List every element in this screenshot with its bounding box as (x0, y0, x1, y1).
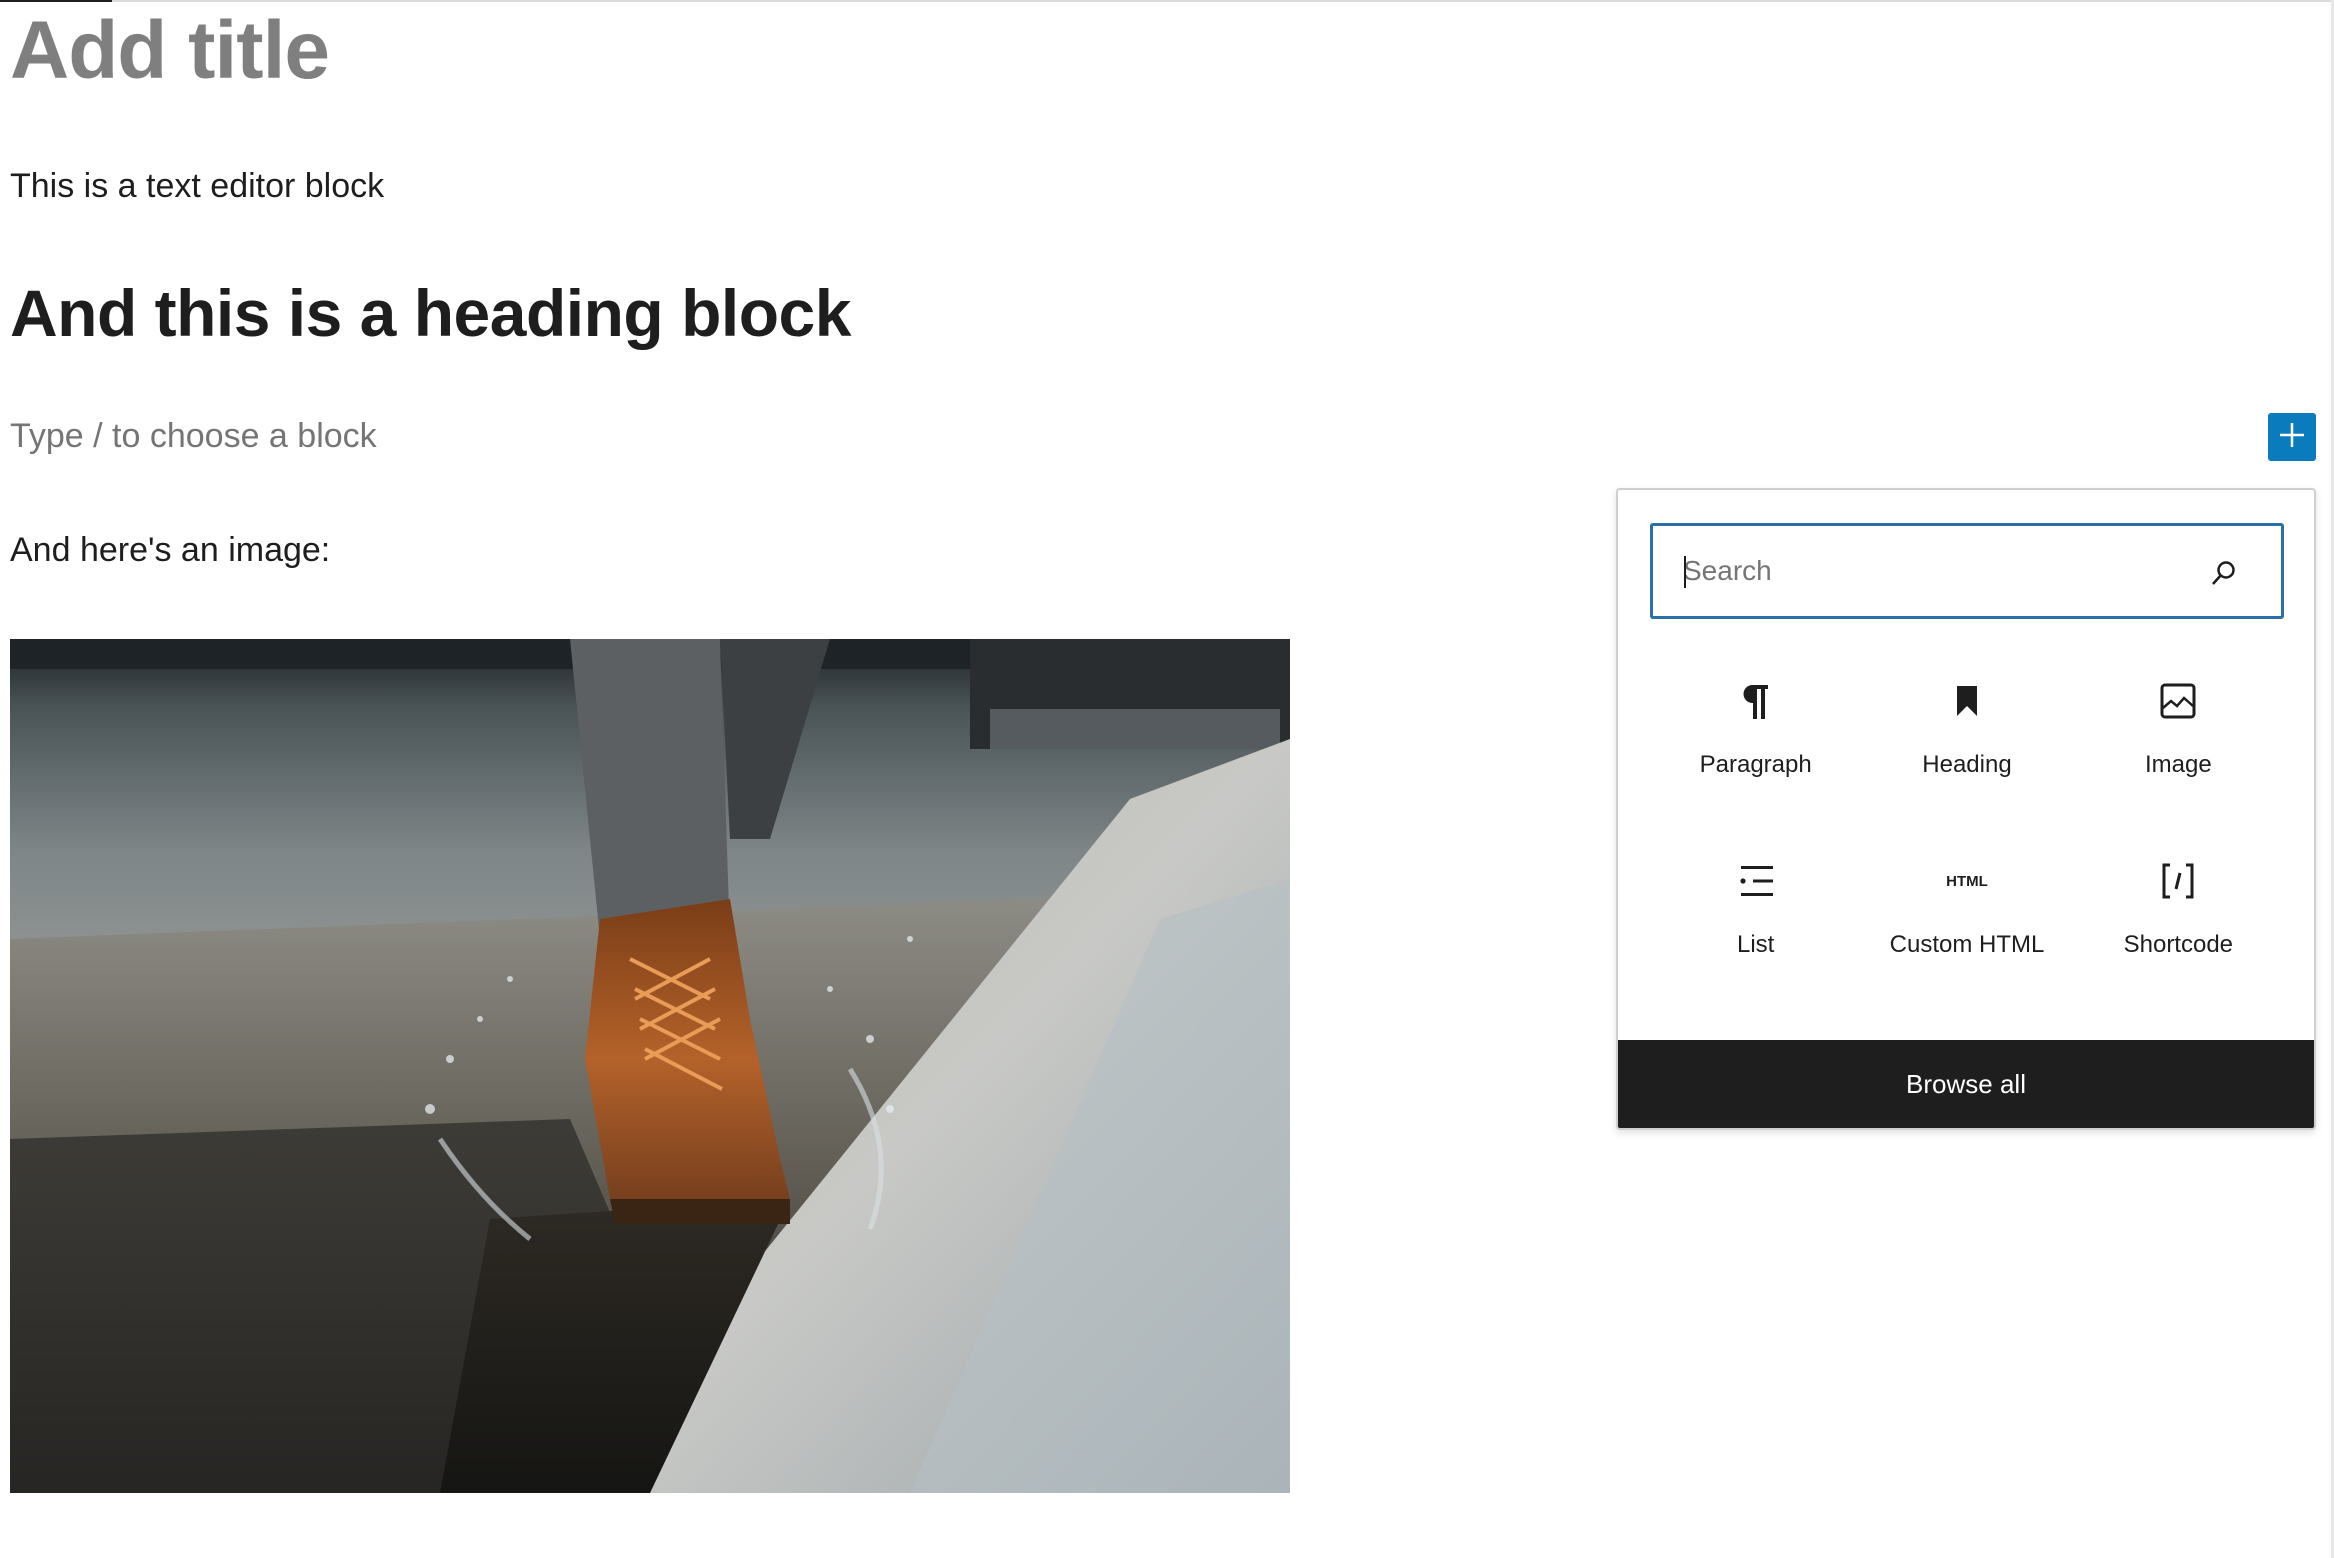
boot-photo (10, 639, 1290, 1493)
block-item-paragraph[interactable]: Paragraph (1650, 665, 1861, 845)
block-item-list[interactable]: List (1650, 845, 1861, 1025)
shortcode-icon (2154, 857, 2202, 905)
search-icon[interactable] (2209, 558, 2239, 588)
block-item-custom-html[interactable]: HTML Custom HTML (1861, 845, 2072, 1025)
block-search-field[interactable] (1650, 523, 2284, 619)
bookmark-icon (1943, 677, 1991, 725)
block-label: List (1736, 931, 1775, 958)
block-label: Shortcode (2123, 931, 2234, 958)
paragraph-block[interactable]: And here's an image: (10, 530, 330, 571)
top-progress-fill (0, 0, 113, 2)
block-item-image[interactable]: Image (2073, 665, 2284, 845)
block-inserter-popover: Paragraph Heading Image (1616, 488, 2316, 1130)
plus-icon (2277, 420, 2307, 455)
block-item-shortcode[interactable]: Shortcode (2073, 845, 2284, 1025)
block-label: Paragraph (1699, 751, 1812, 778)
block-search-input[interactable] (1683, 555, 2203, 587)
empty-block-placeholder[interactable]: Type / to choose a block (10, 416, 377, 457)
browse-all-button[interactable]: Browse all (1618, 1040, 2314, 1128)
block-inserter-toggle[interactable] (2268, 413, 2316, 461)
html-icon: HTML (1946, 857, 1988, 905)
top-progress-bar (0, 0, 2334, 2)
block-label: Heading (1922, 751, 2012, 778)
paragraph-block[interactable]: This is a text editor block (10, 166, 384, 207)
block-types-grid: Paragraph Heading Image List HTML Custom… (1650, 665, 2284, 1025)
block-item-heading[interactable]: Heading (1861, 665, 2072, 845)
text-caret (1684, 556, 1686, 588)
image-block[interactable] (10, 639, 1290, 1493)
heading-block[interactable]: And this is a heading block (10, 274, 851, 353)
html-icon-text: HTML (1946, 872, 1988, 890)
post-title[interactable]: Add title (10, 5, 330, 96)
block-label: Image (2144, 751, 2212, 778)
block-label: Custom HTML (1889, 931, 2045, 958)
paragraph-icon (1732, 677, 1780, 725)
list-icon (1732, 857, 1780, 905)
image-icon (2154, 677, 2202, 725)
